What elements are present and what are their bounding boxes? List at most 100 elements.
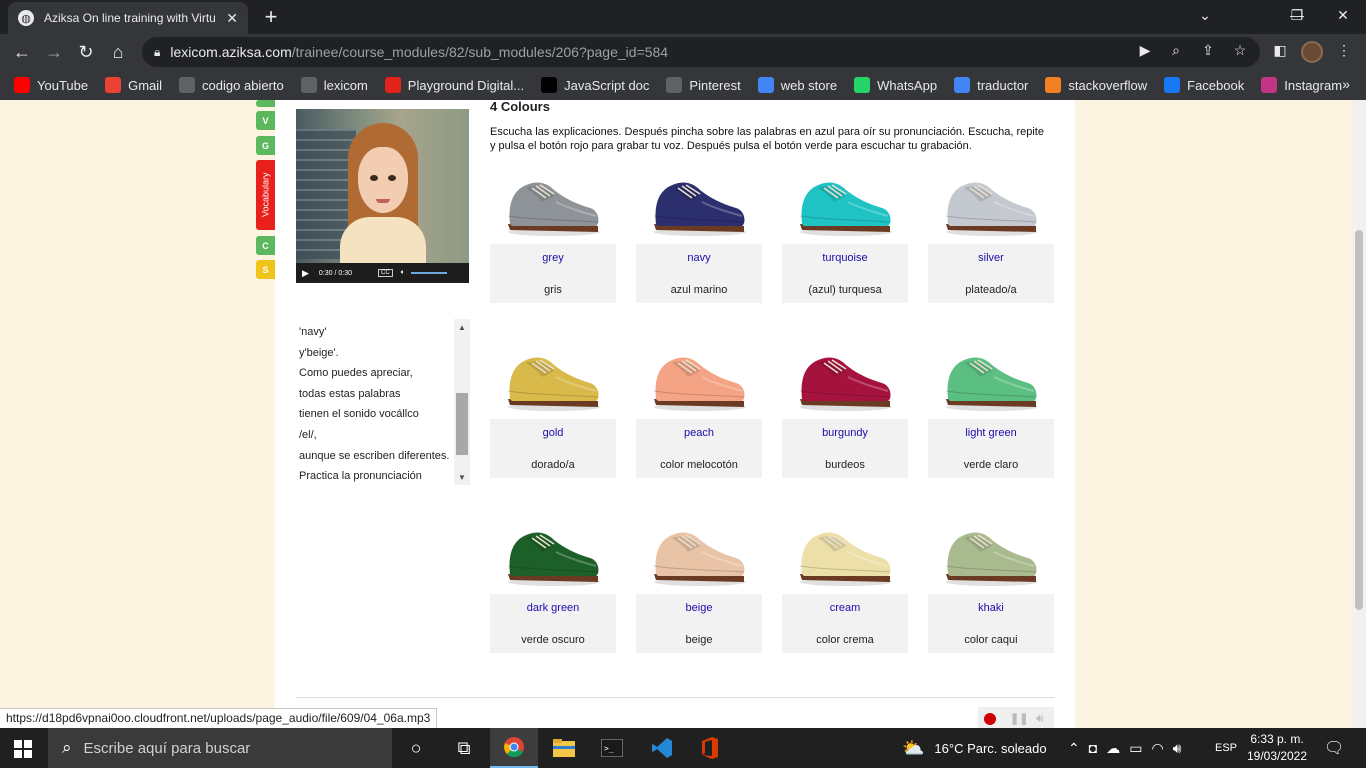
volume-slider[interactable] [410, 272, 447, 274]
colour-card: khaki color caqui [928, 514, 1054, 659]
sidebar-tab-g[interactable]: G [256, 136, 275, 155]
speaker-icon[interactable]: 🔊︎ [1036, 711, 1044, 726]
sidebar-tab-top[interactable] [256, 100, 275, 107]
english-word-link[interactable]: grey [490, 252, 616, 264]
english-word-link[interactable]: khaki [928, 602, 1054, 614]
taskbar-search[interactable]: ⌕ Escribe aquí para buscar [48, 728, 392, 768]
weather-widget[interactable]: ⛅ 16°C Parc. soleado [902, 728, 1047, 768]
bookmark-stackoverflow[interactable]: stackoverflow [1045, 77, 1147, 93]
sidebar-tab-vocabulary[interactable]: Vocabulary [256, 160, 275, 230]
captions-button[interactable]: CC [378, 269, 393, 277]
onedrive-icon[interactable]: ☁ [1106, 740, 1129, 757]
file-explorer-icon[interactable] [540, 728, 588, 768]
wifi-icon[interactable]: ◠ [1151, 740, 1172, 757]
colour-label-box: light green verde claro [928, 419, 1054, 478]
avatar[interactable] [1301, 41, 1323, 63]
tab-search-icon[interactable]: ⌄ [1182, 0, 1228, 30]
transcript-scrollbar[interactable]: ▲ ▼ [454, 319, 470, 485]
language-indicator[interactable]: ESP [1215, 728, 1237, 768]
bookmark-playground-digital[interactable]: Playground Digital... [384, 77, 524, 93]
bookmarks-overflow-button[interactable]: » [1342, 76, 1350, 92]
bookmark-youtube[interactable]: YouTube [14, 77, 88, 93]
close-window-button[interactable]: ✕ [1320, 0, 1366, 30]
spanish-translation: (azul) turquesa [808, 284, 882, 296]
show-hidden-icons-icon[interactable]: ⌃ [1068, 740, 1089, 757]
bookmark-facebook[interactable]: Facebook [1164, 77, 1244, 93]
side-panel-icon[interactable]: ◧ [1270, 40, 1290, 60]
english-word-link[interactable]: burgundy [782, 427, 908, 439]
shoe-image [653, 532, 746, 586]
colour-card: burgundy burdeos [782, 339, 908, 484]
colour-card: grey gris [490, 164, 616, 309]
vscode-icon[interactable] [638, 728, 686, 768]
record-button[interactable] [984, 713, 996, 725]
video-time: 0:30 / 0:30 [318, 269, 353, 277]
volume-icon[interactable]: 🔈︎ [401, 269, 405, 277]
spanish-translation: plateado/a [965, 284, 1017, 296]
meet-now-icon[interactable]: ◘ [1089, 740, 1106, 756]
back-button[interactable]: ← [8, 38, 36, 66]
close-tab-icon[interactable]: ✕ [226, 10, 238, 27]
bookmark-label: Pinterest [689, 77, 741, 93]
colour-card: turquoise (azul) turquesa [782, 164, 908, 309]
bookmark-star-icon[interactable]: ☆ [1230, 40, 1250, 60]
menu-icon[interactable]: ⋮ [1334, 40, 1354, 60]
camera-icon[interactable]: ▶ [1135, 40, 1155, 60]
notifications-icon[interactable]: 🗨︎ [1324, 738, 1344, 758]
english-word-link[interactable]: light green [928, 427, 1054, 439]
avatar-video[interactable]: ▶ 0:30 / 0:30 CC 🔈︎ [296, 109, 469, 283]
tray-icons[interactable]: ⌃ ◘ ☁ ▭ ◠ 🔊︎ [1068, 728, 1190, 768]
restore-button[interactable]: ❐ [1274, 0, 1320, 30]
windows-start-icon[interactable] [14, 740, 32, 758]
bookmark-lexicom[interactable]: lexicom [300, 77, 368, 93]
transcript-box[interactable]: 'navy' y'beige'. Como puedes apreciar, toda… [296, 319, 470, 485]
lesson-heading: 4 Colours [490, 100, 550, 114]
battery-icon[interactable]: ▭ [1129, 740, 1151, 757]
address-bar[interactable]: 🔒︎ lexicom.aziksa.com/trainee/course_mod… [142, 37, 1260, 67]
sidebar-tab-v[interactable]: V [256, 111, 275, 130]
scroll-up-icon[interactable]: ▲ [454, 319, 470, 335]
bookmark-pinterest[interactable]: Pinterest [666, 77, 741, 93]
english-word-link[interactable]: silver [928, 252, 1054, 264]
browser-tab[interactable]: ◍ Aziksa On line training with Virtu ✕ [8, 2, 248, 34]
sidebar-tab-c[interactable]: C [256, 236, 275, 255]
cortana-icon[interactable]: ○ [392, 728, 440, 768]
shoe-image [799, 357, 892, 411]
english-word-link[interactable]: beige [636, 602, 762, 614]
english-word-link[interactable]: dark green [490, 602, 616, 614]
home-button[interactable]: ⌂ [104, 38, 132, 66]
scrollbar-thumb[interactable] [1355, 230, 1363, 610]
shoe-image [653, 182, 746, 236]
scroll-down-icon[interactable]: ▼ [454, 469, 470, 485]
bookmark-instagram[interactable]: Instagram [1261, 77, 1342, 93]
english-word-link[interactable]: turquoise [782, 252, 908, 264]
reload-button[interactable]: ↻ [72, 38, 100, 66]
page-scrollbar[interactable] [1352, 100, 1366, 728]
pause-icon[interactable]: ❚❚ [1010, 712, 1028, 725]
bookmark-web-store[interactable]: web store [757, 77, 837, 93]
bookmark-traductor[interactable]: traductor [954, 77, 1028, 93]
bookmark-javascript-doc[interactable]: JavaScript doc [541, 77, 649, 93]
forward-button[interactable]: → [40, 38, 68, 66]
facebook-icon [1164, 77, 1181, 93]
play-icon[interactable]: ▶ [302, 268, 309, 279]
office-icon[interactable] [686, 728, 734, 768]
transcript-scrollbar-thumb[interactable] [456, 393, 468, 455]
terminal-icon[interactable]: >_ [588, 728, 636, 768]
volume-icon[interactable]: 🔊︎ [1173, 740, 1191, 757]
video-controls: ▶ 0:30 / 0:30 CC 🔈︎ [296, 263, 469, 283]
english-word-link[interactable]: cream [782, 602, 908, 614]
zoom-icon[interactable]: ⌕ [1166, 40, 1186, 60]
english-word-link[interactable]: peach [636, 427, 762, 439]
sidebar-tab-s[interactable]: S [256, 260, 275, 279]
bookmark-codigo-abierto[interactable]: codigo abierto [179, 77, 284, 93]
task-view-icon[interactable]: ⧉ [440, 728, 488, 768]
share-icon[interactable]: ⇪ [1198, 40, 1218, 60]
english-word-link[interactable]: gold [490, 427, 616, 439]
english-word-link[interactable]: navy [636, 252, 762, 264]
new-tab-button[interactable]: + [258, 4, 284, 30]
bookmark-gmail[interactable]: Gmail [105, 77, 162, 93]
chrome-app-icon[interactable] [490, 728, 538, 768]
taskbar-clock[interactable]: 6:33 p. m. 19/03/2022 [1242, 731, 1312, 765]
bookmark-whatsapp[interactable]: WhatsApp [854, 77, 937, 93]
